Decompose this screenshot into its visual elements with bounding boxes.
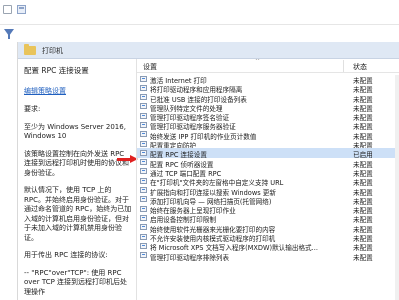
- policy-icon: [140, 84, 147, 91]
- policy-row[interactable]: 始终发送 IPP 打印机的作业页计数值 未配置: [137, 130, 399, 141]
- description-body-4: -- "RPC"over"TCP": 使用 RPC over TCP 连接到远程…: [24, 268, 128, 296]
- policy-icon: [140, 242, 147, 249]
- policy-row[interactable]: 在"打印机"文件夹的左窗格中自定义支持 URL 未配置: [137, 176, 399, 187]
- policy-icon: [140, 103, 147, 110]
- policy-row-selected[interactable]: 配置 RPC 连接设置 已启用: [137, 148, 399, 159]
- policy-icon: [140, 187, 147, 194]
- requirements-label: 要求:: [24, 105, 41, 113]
- policy-list: ^ 设置 状态 激活 Internet 打印 未配置 将打印驱动程序和应用程序隔离…: [136, 59, 399, 300]
- policy-rows: 激活 Internet 打印 未配置 将打印驱动程序和应用程序隔离 未配置 已批准 …: [137, 74, 399, 262]
- window-icon[interactable]: [3, 5, 12, 14]
- policy-icon: [140, 196, 147, 203]
- sort-arrow-icon: ^: [255, 59, 261, 65]
- policy-row[interactable]: 配置 RPC 侦听器设置 未配置: [137, 158, 399, 169]
- policy-row[interactable]: 将打印驱动程序和应用程序隔离 未配置: [137, 83, 399, 94]
- console-icon[interactable]: [17, 5, 26, 14]
- policy-row[interactable]: 已批准 USB 连接的打印设备列表 未配置: [137, 93, 399, 104]
- policy-icon: [140, 177, 147, 184]
- toolbar: [0, 0, 399, 20]
- policy-icon: [140, 94, 147, 101]
- edit-policy-link[interactable]: 编辑策略设置: [24, 87, 133, 97]
- description-pane: 配置 RPC 连接设置 编辑策略设置 要求: 至少为 Windows Serve…: [18, 59, 136, 300]
- policy-icon: [140, 131, 147, 138]
- description-body-2: 默认情况下，使用 TCP 上的 RPC。并始终启用身份验证。对于通过命名管道的 …: [24, 186, 132, 242]
- policy-icon: [140, 252, 147, 259]
- policy-row[interactable]: 配置重定向防护 未配置: [137, 139, 399, 150]
- policy-row[interactable]: 通过 TCP 端口配置 RPC 未配置: [137, 167, 399, 178]
- column-divider[interactable]: [343, 60, 344, 72]
- policy-row[interactable]: 添加打印机向导 — 网络扫描页(托管网络) 未配置: [137, 195, 399, 206]
- policy-icon: [140, 214, 147, 221]
- column-setting[interactable]: 设置: [143, 62, 157, 72]
- column-state[interactable]: 状态: [353, 62, 367, 72]
- policy-row[interactable]: 激活 Internet 打印 未配置: [137, 74, 399, 85]
- policy-icon: [140, 233, 147, 240]
- navigation-tree-edge: [0, 42, 18, 300]
- red-arrow-annotation: [117, 155, 138, 164]
- policy-icon: [140, 168, 147, 175]
- policy-row[interactable]: 管理队列特定文件的处理 未配置: [137, 102, 399, 113]
- filter-bar: [0, 24, 399, 42]
- description-body-3: 用于传出 RPC 连接的协议:: [24, 251, 108, 259]
- section-title: 打印机: [42, 47, 63, 55]
- policy-icon: [140, 224, 147, 231]
- policy-icon: [140, 112, 147, 119]
- vertical-scrollbar[interactable]: [395, 75, 399, 300]
- policy-icon: [140, 121, 147, 128]
- policy-icon: [140, 205, 147, 212]
- policy-row[interactable]: 管理打印驱动程序服务器验证 未配置: [137, 120, 399, 131]
- folder-icon: [24, 44, 36, 55]
- policy-row[interactable]: 始终使用软件光栅器来光栅化要打印的内容 未配置: [137, 223, 399, 234]
- policy-row[interactable]: 启用设备控制打印限制 未配置: [137, 213, 399, 224]
- policy-row[interactable]: 始终在服务器上呈现打印作业 未配置: [137, 204, 399, 215]
- section-header: 打印机: [18, 42, 399, 59]
- policy-row[interactable]: 扩展指向和打印连接以搜索 Windows 更新 未配置: [137, 186, 399, 197]
- filter-icon[interactable]: [4, 29, 14, 39]
- policy-icon: [140, 149, 147, 156]
- policy-row[interactable]: 不允许安装使用内核模式驱动程序的打印机 未配置: [137, 232, 399, 243]
- policy-row[interactable]: 管理打印驱动程序排除列表 未配置: [137, 251, 399, 262]
- requirements-value: 至少为 Windows Server 2016, Windows 10: [24, 122, 126, 141]
- policy-name: 管理打印驱动程序排除列表: [150, 253, 230, 262]
- policy-row[interactable]: 管理打印驱动程序签名验证 未配置: [137, 111, 399, 122]
- column-header: ^ 设置 状态: [137, 59, 399, 73]
- policy-icon: [140, 140, 147, 147]
- policy-icon: [140, 159, 147, 166]
- policy-state: 未配置: [353, 253, 373, 262]
- policy-row[interactable]: 将 Microsoft XPS 文档写入程序(MXDW)默认输出格式... 未配置: [137, 241, 399, 252]
- policy-icon: [140, 75, 147, 82]
- policy-title: 配置 RPC 连接设置: [24, 66, 89, 75]
